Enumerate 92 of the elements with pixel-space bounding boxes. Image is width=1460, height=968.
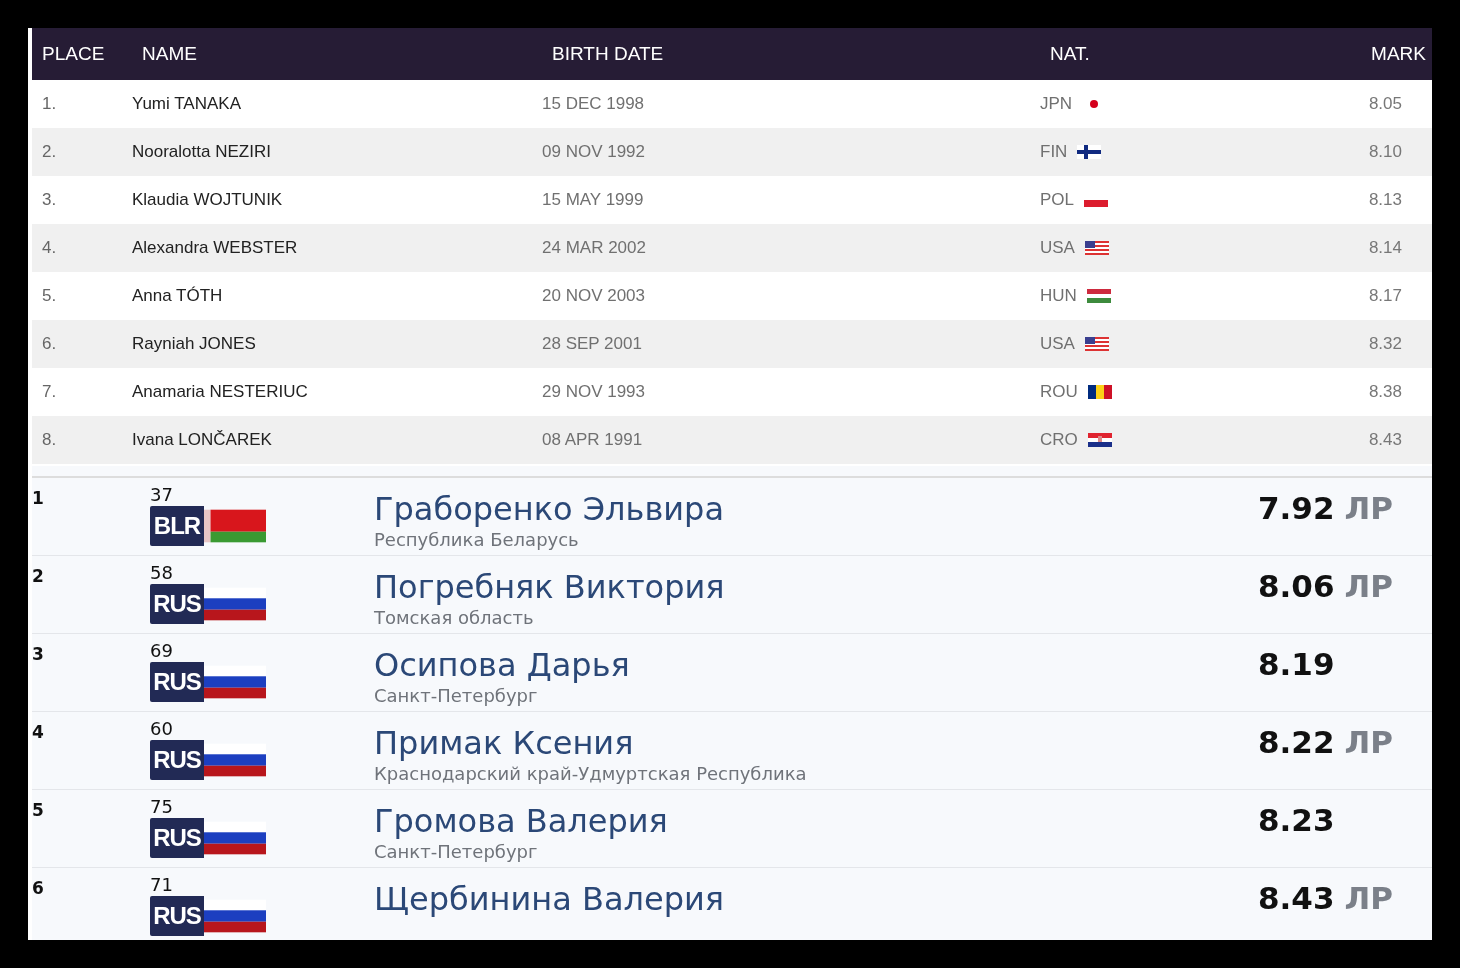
column-header: MARK <box>1370 43 1427 65</box>
table-cell-text: Klaudia WOJTUNIK <box>132 190 284 210</box>
place-number: 5 <box>32 799 45 822</box>
table-cell-text: 09 NOV 1992 <box>542 142 646 162</box>
table-cell-text: 1. <box>41 94 58 114</box>
result-mark: 8.23 <box>1258 802 1335 838</box>
column-header: NAME <box>141 43 198 65</box>
table-cell-text: Rayniah JONES <box>132 334 257 354</box>
athlete-region: Санкт-Петербург <box>374 840 539 864</box>
table-cell-text: 8.38 <box>1367 382 1403 402</box>
record-note: ЛР <box>1344 490 1393 526</box>
bib-number: 75 <box>150 796 174 818</box>
flag-icon <box>1087 433 1112 447</box>
table-cell-text: Nooralotta NEZIRI <box>132 142 272 162</box>
result-mark: 7.92 <box>1258 490 1335 526</box>
athlete-name: Примак Ксения <box>374 724 635 762</box>
table-cell: ROU <box>1040 382 1078 402</box>
athlete-region: Санкт-Петербург <box>374 684 539 708</box>
athlete-name: Осипова Дарья <box>374 646 631 684</box>
place-number: 3 <box>32 643 45 666</box>
result-mark: 8.19 <box>1258 646 1335 682</box>
table-cell: USA <box>1040 238 1075 258</box>
result-mark: 8.06 <box>1258 568 1335 604</box>
table-cell-text: Yumi TANAKA <box>132 94 242 114</box>
athlete-name: Граборенко Эльвира <box>374 490 725 528</box>
flag-icon <box>1084 200 1109 207</box>
athlete-name: Щербинина Валерия <box>374 880 725 918</box>
flag-icon <box>1084 337 1109 351</box>
place-number: 6 <box>32 877 45 900</box>
table-cell: FIN <box>1040 142 1068 162</box>
bib-number: 37 <box>150 484 174 506</box>
column-header: NAT. <box>1049 43 1091 65</box>
record-note: ЛР <box>1344 724 1393 760</box>
table-cell-text: 8.05 <box>1367 94 1403 114</box>
table-cell: HUN <box>1040 286 1077 306</box>
table-cell-text: 6. <box>41 334 58 354</box>
table-cell-text: 2. <box>41 142 58 162</box>
place-number: 1 <box>32 487 45 510</box>
table-cell: POL <box>1040 190 1075 210</box>
table-cell: JPN <box>1040 94 1073 114</box>
table-cell: CRO <box>1040 430 1078 450</box>
flag-icon <box>1087 385 1112 399</box>
bib-number: 58 <box>150 562 174 584</box>
athlete-region: Республика Беларусь <box>374 528 580 552</box>
table-cell-text: 7. <box>41 382 58 402</box>
result-mark: 8.22 <box>1258 724 1335 760</box>
place-number: 4 <box>32 721 45 744</box>
table-cell-text: 15 MAY 1999 <box>542 190 645 210</box>
table-cell-text: 8.17 <box>1367 286 1403 306</box>
flag-icon <box>1090 100 1099 108</box>
flag-icon <box>1086 289 1111 303</box>
column-header: BIRTH DATE <box>551 43 665 65</box>
country-code: RUS <box>150 662 204 702</box>
table-cell-text: 29 NOV 1993 <box>542 382 646 402</box>
table-cell-text: Anna TÓTH <box>132 286 224 306</box>
country-code: RUS <box>150 740 204 780</box>
country-code: RUS <box>150 896 204 936</box>
table-cell-text: 8.10 <box>1367 142 1403 162</box>
table-cell-text: 4. <box>41 238 58 258</box>
record-note: ЛР <box>1344 880 1393 916</box>
table-cell-text: 5. <box>41 286 58 306</box>
table-cell-text: 28 SEP 2001 <box>542 334 643 354</box>
table-cell-text: 20 NOV 2003 <box>542 286 646 306</box>
table-cell-text: 08 APR 1991 <box>542 430 644 450</box>
table-cell-text: Anamaria NESTERIUC <box>132 382 309 402</box>
bib-number: 71 <box>150 874 174 896</box>
table-cell-text: 15 DEC 1998 <box>542 94 646 114</box>
table-cell-text: 24 MAR 2002 <box>542 238 647 258</box>
flag-icon <box>1077 145 1102 159</box>
country-code: RUS <box>150 584 204 624</box>
table-cell-text: 8.13 <box>1367 190 1403 210</box>
table-cell: USA <box>1040 334 1075 354</box>
table-cell-text: Alexandra WEBSTER <box>132 238 299 258</box>
country-code: RUS <box>150 818 204 858</box>
table-cell-text: 8.32 <box>1367 334 1403 354</box>
athlete-name: Громова Валерия <box>374 802 669 840</box>
table-cell-text: 8. <box>41 430 58 450</box>
place-number: 2 <box>32 565 45 588</box>
table-cell-text: Ivana LONČAREK <box>132 430 273 450</box>
athlete-region: Краснодарский край-Удмуртская Республика <box>374 762 808 786</box>
athlete-name: Погребняк Виктория <box>374 568 726 606</box>
bib-number: 60 <box>150 718 174 740</box>
athlete-region: Томская область <box>374 606 535 630</box>
table-cell-text: 8.43 <box>1367 430 1403 450</box>
bib-number: 69 <box>150 640 174 662</box>
table-cell-text: 8.14 <box>1367 238 1403 258</box>
country-code: BLR <box>150 506 204 546</box>
flag-icon <box>1084 241 1109 255</box>
result-mark: 8.43 <box>1258 880 1335 916</box>
column-header: PLACE <box>41 43 106 65</box>
record-note: ЛР <box>1344 568 1393 604</box>
table-cell-text: 3. <box>41 190 58 210</box>
